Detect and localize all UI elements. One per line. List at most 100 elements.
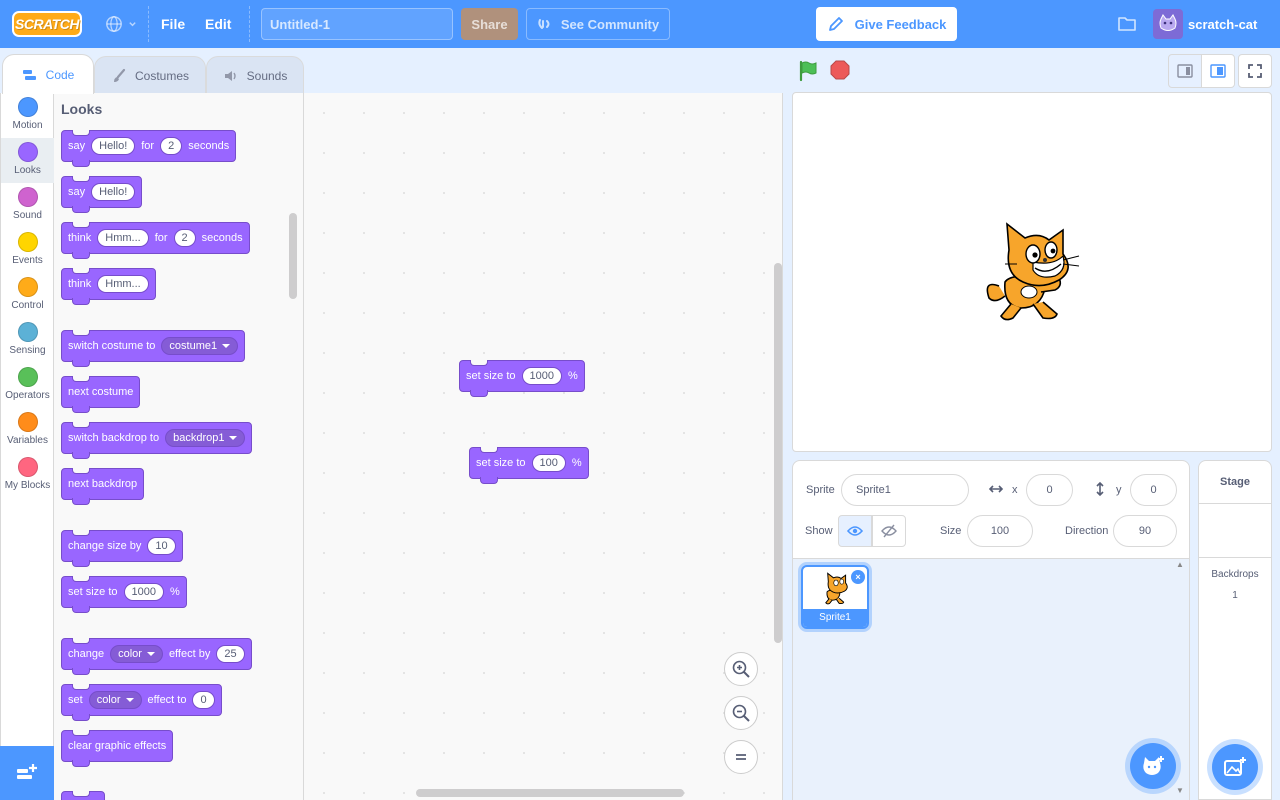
- category-my-blocks[interactable]: My Blocks: [1, 453, 54, 498]
- y-label: y: [1116, 484, 1122, 496]
- block-say[interactable]: say Hello!: [61, 176, 143, 213]
- give-feedback-label: Give Feedback: [854, 16, 947, 32]
- stage-selector[interactable]: Stage Backdrops 1: [1198, 460, 1272, 800]
- chevron-up-icon[interactable]: ▲: [1176, 560, 1184, 569]
- small-stage-button[interactable]: [1168, 54, 1202, 88]
- see-inside-icon: [538, 19, 550, 29]
- chevron-down-icon[interactable]: ▼: [1176, 786, 1184, 795]
- category-dot-icon: [17, 412, 38, 432]
- block-input[interactable]: Hmm...: [97, 275, 149, 293]
- file-menu[interactable]: File: [161, 0, 185, 48]
- give-feedback-button[interactable]: Give Feedback: [816, 7, 957, 41]
- workspace-vertical-scrollbar[interactable]: [774, 263, 782, 643]
- stage-canvas[interactable]: [792, 92, 1272, 452]
- scratch-logo[interactable]: SCRATCH: [12, 11, 82, 37]
- block-set-size[interactable]: set size to 1000 %: [61, 576, 187, 613]
- delete-sprite-button[interactable]: ×: [851, 570, 865, 584]
- costume-dropdown[interactable]: costume1: [161, 337, 239, 355]
- category-events[interactable]: Events: [1, 228, 54, 273]
- x-position-input[interactable]: [1026, 474, 1073, 506]
- block-input[interactable]: 25: [216, 645, 245, 663]
- edit-menu[interactable]: Edit: [205, 0, 231, 48]
- palette-scrollbar[interactable]: [289, 213, 297, 299]
- sprite-info-pane: Sprite x y Show Size Direction × Sprite1: [792, 460, 1190, 800]
- block-input[interactable]: Hmm...: [97, 229, 149, 247]
- tab-costumes[interactable]: Costumes: [94, 56, 206, 94]
- sprite-name-input[interactable]: [841, 474, 969, 506]
- category-variables[interactable]: Variables: [1, 408, 54, 453]
- tab-code[interactable]: Code: [2, 54, 94, 94]
- category-label: Motion: [12, 120, 43, 131]
- block-input[interactable]: 2: [160, 137, 183, 155]
- menu-bar: SCRATCH File Edit Share See Community Gi…: [0, 0, 1280, 48]
- project-title-input[interactable]: [261, 8, 453, 40]
- sprite-tile[interactable]: × Sprite1: [801, 565, 869, 629]
- scratch-cat-sprite[interactable]: [983, 220, 1083, 326]
- block-set-effect[interactable]: set color effect to 0: [61, 684, 222, 721]
- effect-dropdown[interactable]: color: [110, 645, 163, 663]
- green-flag-icon[interactable]: [797, 60, 819, 82]
- block-think-for-seconds[interactable]: think Hmm... for 2 seconds: [61, 222, 250, 259]
- menu-divider: [249, 6, 250, 42]
- block-clear-effects[interactable]: clear graphic effects: [61, 730, 174, 767]
- add-sprite-button[interactable]: [1130, 743, 1176, 789]
- category-operators[interactable]: Operators: [1, 363, 54, 408]
- username-menu[interactable]: scratch-cat: [1188, 0, 1257, 48]
- size-input[interactable]: [967, 515, 1033, 547]
- hide-sprite-button[interactable]: [872, 515, 906, 547]
- fullscreen-button[interactable]: [1238, 54, 1272, 88]
- backdrops-label: Backdrops: [1211, 569, 1259, 580]
- block-text: %: [568, 370, 578, 382]
- block-switch-backdrop[interactable]: switch backdrop to backdrop1: [61, 422, 253, 459]
- block-input[interactable]: Hello!: [91, 137, 136, 155]
- effect-dropdown[interactable]: color: [88, 691, 142, 709]
- see-community-button[interactable]: See Community: [526, 8, 670, 40]
- category-label: Sound: [13, 210, 42, 221]
- avatar[interactable]: [1153, 9, 1183, 39]
- block-input[interactable]: 100: [531, 454, 566, 472]
- folder-icon[interactable]: [1117, 15, 1137, 33]
- large-stage-button[interactable]: [1201, 54, 1235, 88]
- workspace-horizontal-scrollbar[interactable]: [416, 789, 684, 797]
- share-button[interactable]: Share: [461, 8, 518, 40]
- block-input[interactable]: 1000: [123, 583, 165, 601]
- block-input[interactable]: 1000: [521, 367, 563, 385]
- language-menu[interactable]: [105, 13, 137, 35]
- category-control[interactable]: Control: [1, 273, 54, 318]
- add-backdrop-button[interactable]: [1212, 744, 1258, 790]
- zoom-out-button[interactable]: [724, 696, 758, 730]
- block-next-costume[interactable]: next costume: [61, 376, 141, 413]
- zoom-in-button[interactable]: [724, 652, 758, 686]
- block-partial[interactable]: [61, 791, 105, 800]
- backdrop-dropdown[interactable]: backdrop1: [165, 429, 246, 447]
- fullscreen-icon: [1248, 64, 1262, 78]
- tab-sounds[interactable]: Sounds: [206, 56, 304, 94]
- category-looks[interactable]: Looks: [1, 138, 54, 183]
- direction-input[interactable]: [1113, 515, 1177, 547]
- y-position-input[interactable]: [1130, 474, 1177, 506]
- block-switch-costume[interactable]: switch costume to costume1: [61, 330, 246, 367]
- stop-icon[interactable]: [830, 60, 850, 80]
- workspace-block-set-size[interactable]: set size to 1000 %: [459, 360, 585, 397]
- block-palette: Looks say Hello! for 2 seconds say Hello…: [54, 93, 304, 800]
- category-motion[interactable]: Motion: [1, 93, 54, 138]
- block-input[interactable]: Hello!: [91, 183, 136, 201]
- block-input[interactable]: 10: [147, 537, 176, 555]
- block-think[interactable]: think Hmm...: [61, 268, 156, 305]
- direction-label: Direction: [1065, 525, 1109, 537]
- add-extension-button[interactable]: [0, 746, 54, 800]
- show-sprite-button[interactable]: [838, 515, 872, 547]
- zoom-reset-button[interactable]: [724, 740, 758, 774]
- category-label: My Blocks: [4, 480, 51, 491]
- category-sensing[interactable]: Sensing: [1, 318, 54, 363]
- category-sound[interactable]: Sound: [1, 183, 54, 228]
- block-next-backdrop[interactable]: next backdrop: [61, 468, 145, 505]
- block-say-for-seconds[interactable]: say Hello! for 2 seconds: [61, 130, 237, 167]
- block-change-size[interactable]: change size by 10: [61, 530, 183, 567]
- block-input[interactable]: 0: [192, 691, 215, 709]
- block-input[interactable]: 2: [173, 229, 196, 247]
- code-workspace[interactable]: set size to 1000 % set size to 100 %: [304, 93, 783, 800]
- tab-sounds-label: Sounds: [246, 68, 288, 83]
- block-change-effect[interactable]: change color effect by 25: [61, 638, 252, 675]
- workspace-block-set-size[interactable]: set size to 100 %: [469, 447, 589, 484]
